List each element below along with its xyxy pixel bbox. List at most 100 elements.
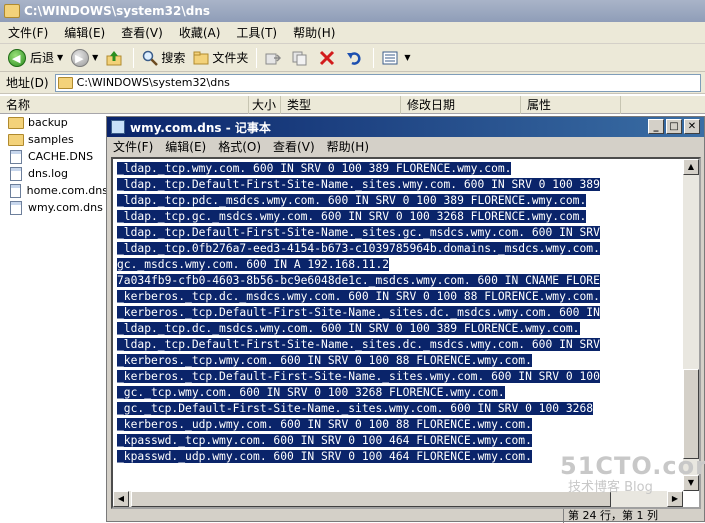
toolbar-separator — [133, 47, 135, 68]
folders-button[interactable]: 文件夹 — [189, 46, 252, 70]
file-name: samples — [28, 133, 74, 146]
horizontal-scroll-thumb[interactable] — [131, 491, 611, 507]
views-button[interactable]: ▼ — [378, 46, 414, 70]
text-line: _ldap._tcp.dc._msdcs.wmy.com. 600 IN SRV… — [117, 322, 580, 335]
notepad-menu-edit[interactable]: 编辑(E) — [159, 138, 212, 155]
delete-icon — [320, 50, 335, 65]
chevron-down-icon[interactable]: ▼ — [92, 53, 98, 62]
column-header-type[interactable]: 类型 — [281, 96, 401, 114]
text-line: _ldap._tcp.Default-First-Site-Name._site… — [117, 178, 600, 191]
text-line: _ldap._tcp.pdc._msdcs.wmy.com. 600 IN SR… — [117, 194, 587, 207]
text-line: _ldap._tcp.wmy.com. 600 IN SRV 0 100 389… — [117, 162, 512, 175]
file-name: CACHE.DNS — [28, 150, 94, 163]
maximize-button[interactable]: □ — [666, 119, 682, 134]
search-icon — [143, 50, 159, 66]
menu-help[interactable]: 帮助(H) — [285, 22, 343, 44]
back-arrow-icon: ◀ — [8, 48, 26, 67]
folder-icon — [4, 4, 20, 18]
list-item[interactable]: dns.log — [0, 165, 108, 182]
file-name: dns.log — [28, 167, 68, 180]
text-line: _ldap._tcp.0fb276a7-eed3-4154-b673-c1039… — [117, 242, 600, 255]
move-to-icon — [265, 53, 282, 64]
menu-tools[interactable]: 工具(T) — [228, 22, 285, 44]
vertical-scroll-thumb[interactable] — [683, 369, 699, 459]
views-icon — [382, 51, 398, 64]
text-line: _ldap._tcp.Default-First-Site-Name._site… — [117, 226, 600, 239]
chevron-down-icon[interactable]: ▼ — [57, 53, 63, 62]
file-name: home.com.dns — [26, 184, 108, 197]
file-icon — [10, 183, 21, 198]
file-name: wmy.com.dns — [28, 201, 103, 214]
file-icon — [10, 166, 22, 181]
window-controls: _ □ ✕ — [648, 119, 700, 134]
text-line: gc._msdcs.wmy.com. 600 IN A 192.168.11.2 — [117, 258, 390, 271]
back-button[interactable]: ◀ 后退 ▼ — [4, 46, 67, 70]
notepad-menu-file[interactable]: 文件(F) — [107, 138, 159, 155]
text-line: _kerberos._tcp.dc._msdcs.wmy.com. 600 IN… — [117, 290, 600, 303]
forward-button[interactable]: ▶ ▼ — [67, 46, 102, 70]
folder-icon — [8, 116, 24, 129]
text-content[interactable]: _ldap._tcp.wmy.com. 600 IN SRV 0 100 389… — [117, 161, 687, 491]
notepad-menu-help[interactable]: 帮助(H) — [321, 138, 375, 155]
notepad-status-bar: 第 24 行，第 1 列 — [107, 509, 704, 523]
column-header-attributes[interactable]: 属性 — [521, 96, 621, 114]
notepad-title: wmy.com.dns - 记事本 — [130, 120, 271, 135]
text-line: _gc._tcp.Default-First-Site-Name._sites.… — [117, 402, 594, 415]
notepad-menu-bar: 文件(F) 编辑(E) 格式(O) 查看(V) 帮助(H) — [107, 137, 704, 156]
explorer-title-bar[interactable]: C:\WINDOWS\system32\dns — [0, 0, 705, 22]
delete-button[interactable] — [315, 46, 342, 70]
copy-to-button[interactable] — [288, 46, 315, 70]
toolbar-separator — [256, 47, 258, 68]
menu-edit[interactable]: 编辑(E) — [56, 22, 113, 44]
text-line: _gc._tcp.wmy.com. 600 IN SRV 0 100 3268 … — [117, 386, 505, 399]
up-folder-icon — [106, 50, 122, 65]
menu-file[interactable]: 文件(F) — [0, 22, 56, 44]
column-header-modified[interactable]: 修改日期 — [401, 96, 521, 114]
file-icon — [10, 200, 22, 215]
list-item[interactable]: home.com.dns — [0, 182, 108, 199]
address-input[interactable]: C:\WINDOWS\system32\dns — [54, 73, 701, 92]
explorer-toolbar: ◀ 后退 ▼ ▶ ▼ 搜索 文件夹 ▼ — [0, 44, 705, 72]
minimize-button[interactable]: _ — [648, 119, 664, 134]
notepad-title-bar[interactable]: wmy.com.dns - 记事本 _ □ ✕ — [107, 117, 704, 137]
text-line: _ldap._tcp.Default-First-Site-Name._site… — [117, 338, 600, 351]
column-header-name[interactable]: 名称 — [0, 96, 249, 114]
copy-to-icon — [292, 51, 307, 65]
undo-button[interactable] — [342, 46, 369, 70]
folder-icon — [57, 76, 73, 89]
text-line: _kpasswd._tcp.wmy.com. 600 IN SRV 0 100 … — [117, 434, 532, 447]
text-line: _kerberos._tcp.wmy.com. 600 IN SRV 0 100… — [117, 354, 532, 367]
menu-favorites[interactable]: 收藏(A) — [171, 22, 229, 44]
search-button[interactable]: 搜索 — [138, 46, 189, 70]
notepad-menu-format[interactable]: 格式(O) — [212, 138, 267, 155]
close-button[interactable]: ✕ — [684, 119, 700, 134]
explorer-title: C:\WINDOWS\system32\dns — [24, 4, 210, 18]
forward-arrow-icon: ▶ — [71, 48, 90, 67]
column-header-size[interactable]: 大小 — [249, 96, 281, 114]
list-item[interactable]: samples — [0, 131, 108, 148]
folders-icon — [193, 51, 209, 64]
vertical-scrollbar[interactable]: ▲ ▼ — [683, 159, 699, 491]
chevron-down-icon: ▼ — [404, 53, 411, 62]
address-bar: 地址(D) C:\WINDOWS\system32\dns — [0, 72, 705, 94]
text-line: _kerberos._udp.wmy.com. 600 IN SRV 0 100… — [117, 418, 532, 431]
list-item[interactable]: CACHE.DNS — [0, 148, 108, 165]
notepad-icon — [111, 120, 125, 134]
notepad-menu-view[interactable]: 查看(V) — [267, 138, 321, 155]
search-label: 搜索 — [161, 51, 186, 65]
scroll-left-button[interactable]: ◀ — [113, 491, 129, 507]
list-item[interactable]: backup — [0, 114, 108, 131]
toolbar-separator — [373, 47, 375, 68]
move-to-button[interactable] — [261, 46, 288, 70]
text-line: _kerberos._tcp.Default-First-Site-Name._… — [117, 370, 600, 383]
text-line: 7a034fb9-cfb0-4603-8b56-bc9e6048de1c._ms… — [117, 274, 600, 287]
folder-icon — [8, 133, 24, 146]
list-item[interactable]: wmy.com.dns — [0, 199, 108, 216]
up-folder-button[interactable] — [102, 46, 129, 70]
file-icon — [10, 149, 22, 164]
menu-view[interactable]: 查看(V) — [113, 22, 171, 44]
explorer-menu-bar: 文件(F) 编辑(E) 查看(V) 收藏(A) 工具(T) 帮助(H) — [0, 22, 705, 44]
folders-label: 文件夹 — [212, 51, 249, 65]
column-headers: 名称 大小 类型 修改日期 属性 — [0, 96, 705, 114]
scroll-up-button[interactable]: ▲ — [683, 159, 699, 175]
